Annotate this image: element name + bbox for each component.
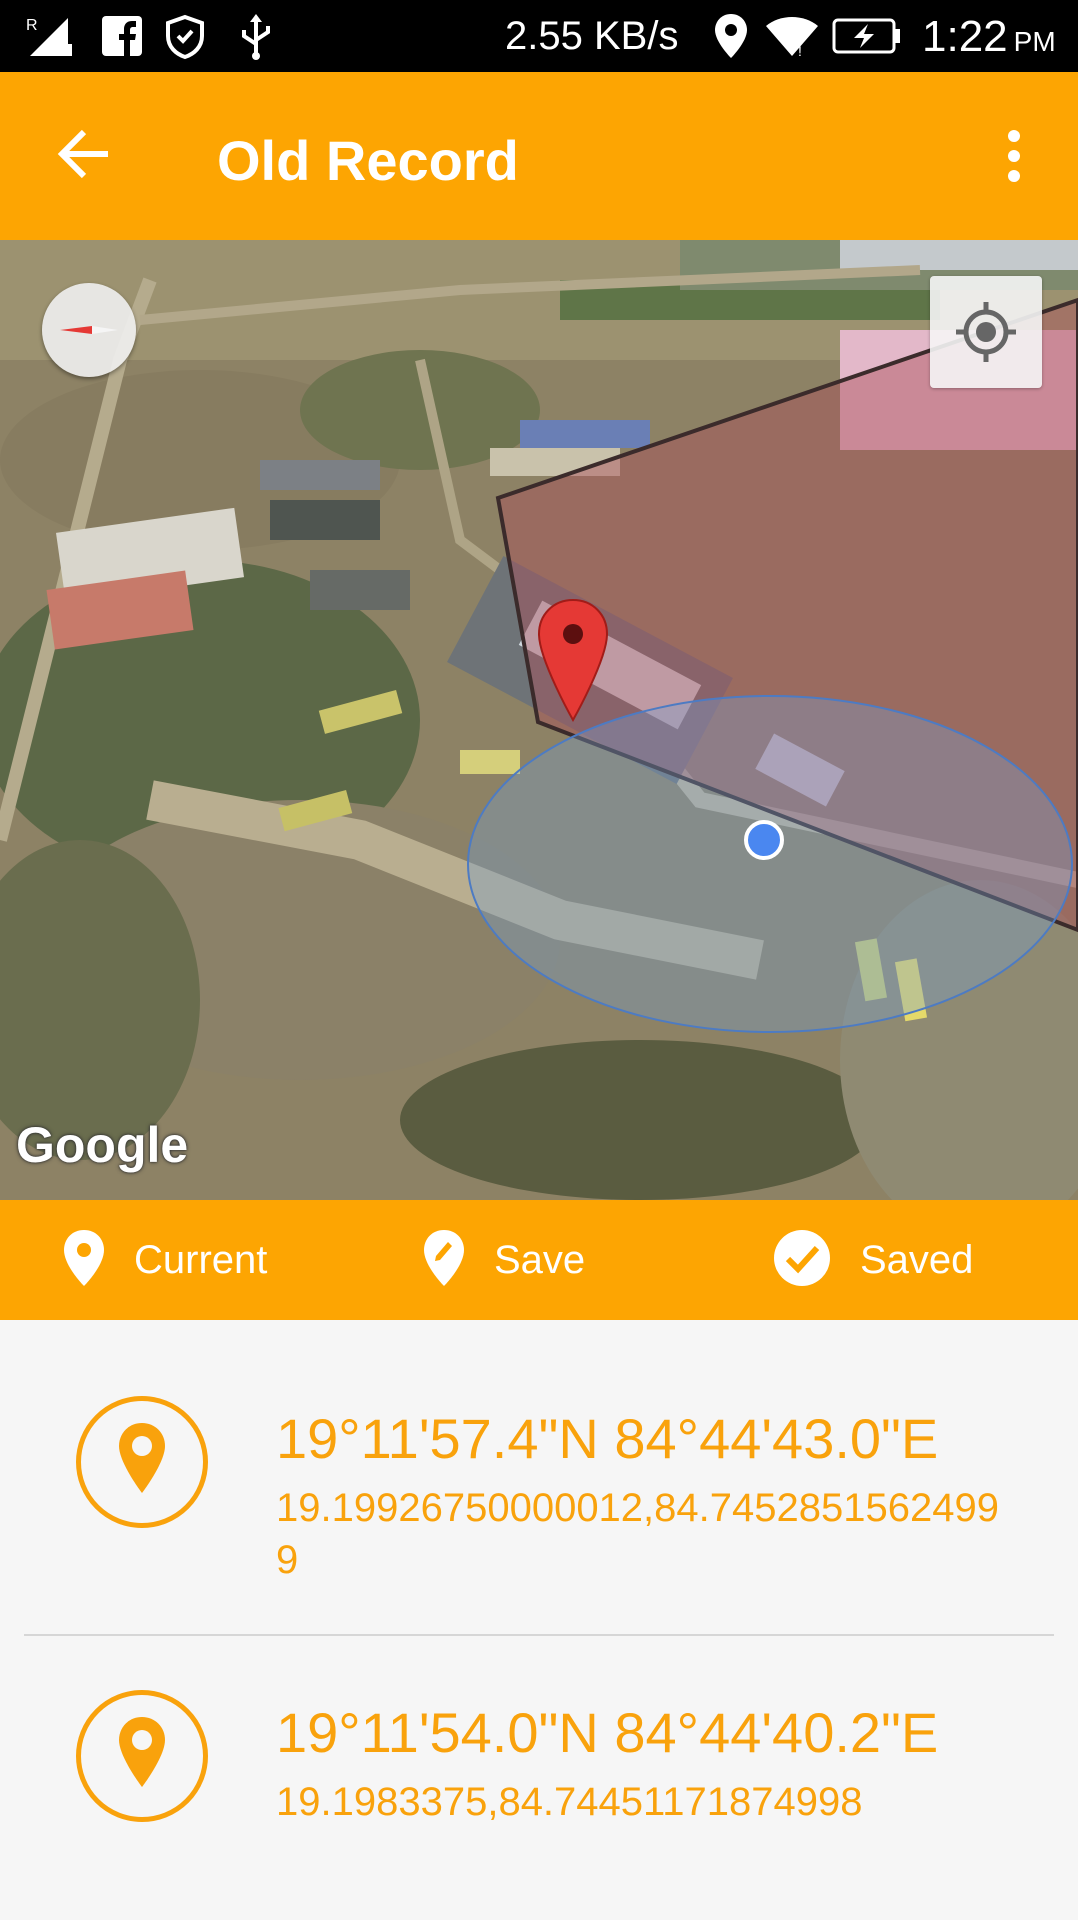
compass-icon[interactable]	[42, 283, 136, 377]
saved-button[interactable]: Saved	[772, 1200, 973, 1320]
app-bar: Old Record	[0, 72, 1078, 240]
network-speed: 2.55 KB/s	[505, 14, 679, 58]
shield-icon	[162, 14, 208, 65]
time-text: 1:22	[922, 12, 1008, 61]
record-decimal: 19.19926750000012,84.74528515624999	[276, 1486, 999, 1582]
saved-label: Saved	[860, 1237, 974, 1282]
record-dms: 19°11'57.4"N 84°44'43.0"E	[276, 1407, 939, 1470]
svg-text:R: R	[26, 17, 38, 34]
usb-icon	[236, 14, 276, 65]
check-circle-icon	[772, 1228, 832, 1293]
location-icon	[713, 12, 749, 65]
list-divider	[24, 1634, 1054, 1636]
record-decimal: 19.1983375,84.74451171874998	[276, 1780, 863, 1824]
record-dms: 19°11'54.0"N 84°44'40.2"E	[276, 1701, 939, 1764]
status-bar: R 2.55 KB/s ! 1:22 PM	[0, 0, 1078, 72]
signal-icon: R	[24, 14, 74, 63]
location-pin-icon	[62, 1228, 106, 1293]
status-time: 1:22 PM	[922, 12, 1056, 62]
my-location-icon[interactable]	[930, 276, 1042, 388]
current-label: Current	[134, 1237, 268, 1282]
page-title: Old Record	[217, 129, 519, 192]
ampm-text: PM	[1013, 26, 1056, 57]
location-pin-icon	[76, 1690, 208, 1822]
save-label: Save	[494, 1237, 586, 1282]
satellite-map	[0, 240, 1078, 1200]
current-location-dot	[744, 820, 784, 860]
more-vert-icon[interactable]	[996, 128, 1032, 184]
map-view[interactable]: Google	[0, 240, 1078, 1200]
facebook-icon	[100, 14, 144, 63]
back-arrow-icon[interactable]	[56, 126, 112, 182]
battery-charging-icon	[832, 18, 902, 59]
edit-pin-icon	[422, 1228, 466, 1293]
svg-text:!: !	[798, 43, 802, 58]
google-attribution: Google	[16, 1117, 189, 1173]
action-bar: Current Save Saved	[0, 1200, 1078, 1320]
current-button[interactable]: Current	[62, 1200, 267, 1320]
save-button[interactable]: Save	[422, 1200, 585, 1320]
wifi-icon: !	[764, 14, 820, 63]
location-pin-icon	[76, 1396, 208, 1528]
